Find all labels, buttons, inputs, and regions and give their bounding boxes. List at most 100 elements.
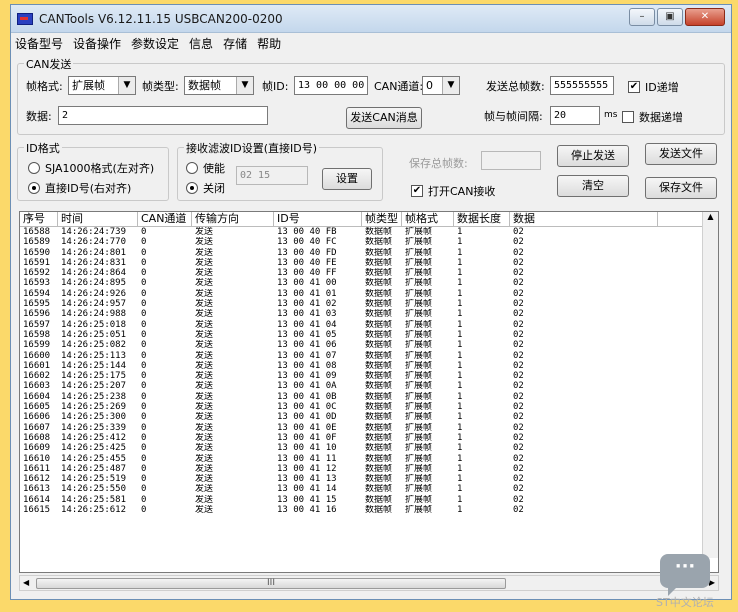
column-header-frame-format[interactable]: 帧格式 [402,212,454,226]
column-header-can-channel[interactable]: CAN通道 [138,212,192,226]
table-row[interactable]: 16599 14:26:25:082 0 发送 13 00 41 06 数据帧 扩展帧 1 02 [20,340,718,350]
id-increment-checkbox[interactable]: ✔ ID递增 [628,79,679,95]
direct-id-radio[interactable]: 直接ID号(右对齐) [28,180,131,196]
horizontal-scroll-thumb[interactable]: III [36,578,506,589]
menu-parameter-settings[interactable]: 参数设定 [131,35,179,52]
table-cell: 0 [141,360,147,371]
table-cell: 0 [141,309,147,320]
table-row[interactable]: 16598 14:26:25:051 0 发送 13 00 41 05 数据帧 扩展帧 1 02 [20,330,718,340]
filter-disable-radio[interactable]: 关闭 [186,180,225,196]
table-cell: 扩展帧 [405,381,433,392]
column-header-data[interactable]: 数据 [510,212,658,226]
can-channel-select[interactable]: 0 ▼ [422,76,460,95]
table-row[interactable]: 16609 14:26:25:425 0 发送 13 00 41 10 数据帧 扩展帧 1 02 [20,443,718,453]
menu-help[interactable]: 帮助 [257,35,281,52]
minimize-button[interactable]: – [629,8,655,26]
table-cell: 16613 [23,484,51,495]
checkbox-checked-icon: ✔ [411,185,423,197]
table-cell: 发送 [195,381,214,392]
data-increment-checkbox[interactable]: 数据递增 [622,109,683,125]
frame-type-select[interactable]: 数据帧 ▼ [184,76,254,95]
save-file-button[interactable]: 保存文件 [645,177,717,199]
table-row[interactable]: 16615 14:26:25:612 0 发送 13 00 41 16 数据帧 扩展帧 1 02 [20,505,718,515]
frame-format-select[interactable]: 扩展帧 ▼ [68,76,136,95]
table-cell: 16598 [23,329,51,340]
table-row[interactable]: 16601 14:26:25:144 0 发送 13 00 41 08 数据帧 扩展帧 1 02 [20,361,718,371]
column-header-data-length[interactable]: 数据长度 [454,212,510,226]
table-cell: 02 [513,350,524,361]
clear-button[interactable]: 清空 [557,175,629,197]
table-cell: 16588 [23,227,51,237]
total-frames-input[interactable]: 555555555 [550,76,614,95]
table-row[interactable]: 16596 14:26:24:988 0 发送 13 00 41 03 数据帧 扩展帧 1 02 [20,309,718,319]
column-header-seq[interactable]: 序号 [20,212,58,226]
table-cell: 13 00 41 0D [277,412,337,423]
table-cell: 1 [457,299,463,310]
stop-send-button[interactable]: 停止发送 [557,145,629,167]
table-row[interactable]: 16602 14:26:25:175 0 发送 13 00 41 09 数据帧 扩展帧 1 02 [20,371,718,381]
menu-storage[interactable]: 存储 [223,35,247,52]
column-header-time[interactable]: 时间 [58,212,138,226]
table-cell: 02 [513,237,524,248]
table-row[interactable]: 16588 14:26:24:739 0 发送 13 00 40 FB 数据帧 扩展帧 1 02 [20,227,718,237]
table-row[interactable]: 16589 14:26:24:770 0 发送 13 00 40 FC 数据帧 扩展帧 1 02 [20,237,718,247]
send-file-button[interactable]: 发送文件 [645,143,717,165]
table-cell: 13 00 41 0C [277,402,337,413]
table-cell: 14:26:25:113 [61,350,127,361]
scroll-left-arrow-icon[interactable]: ◀ [23,578,29,587]
table-row[interactable]: 16593 14:26:24:895 0 发送 13 00 41 00 数据帧 扩展帧 1 02 [20,278,718,288]
send-can-message-button[interactable]: 发送CAN消息 [346,107,422,129]
can-message-table[interactable]: 序号 时间 CAN通道 传输方向 ID号 帧类型 帧格式 数据长度 数据 165… [19,211,719,573]
table-row[interactable]: 16603 14:26:25:207 0 发送 13 00 41 0A 数据帧 扩展帧 1 02 [20,381,718,391]
horizontal-scrollbar[interactable]: ◀ III ▶ [19,575,719,591]
table-row[interactable]: 16594 14:26:24:926 0 发送 13 00 41 01 数据帧 扩展帧 1 02 [20,289,718,299]
table-cell: 13 00 41 04 [277,319,337,330]
filter-set-button[interactable]: 设置 [322,168,372,190]
table-cell: 发送 [195,412,214,423]
table-cell: 13 00 40 FD [277,247,337,258]
table-row[interactable]: 16591 14:26:24:831 0 发送 13 00 40 FE 数据帧 扩展帧 1 02 [20,258,718,268]
table-row[interactable]: 16610 14:26:25:455 0 发送 13 00 41 11 数据帧 扩展帧 1 02 [20,454,718,464]
column-header-direction[interactable]: 传输方向 [192,212,274,226]
table-cell: 02 [513,494,524,505]
table-row[interactable]: 16611 14:26:25:487 0 发送 13 00 41 12 数据帧 扩展帧 1 02 [20,464,718,474]
table-row[interactable]: 16590 14:26:24:801 0 发送 13 00 40 FD 数据帧 扩展帧 1 02 [20,248,718,258]
filter-enable-radio[interactable]: 使能 [186,160,225,176]
table-row[interactable]: 16608 14:26:25:412 0 发送 13 00 41 0F 数据帧 扩展帧 1 02 [20,433,718,443]
frame-interval-input[interactable]: 20 [550,106,600,125]
open-can-receive-checkbox[interactable]: ✔ 打开CAN接收 [411,183,495,199]
menu-device-model[interactable]: 设备型号 [15,35,63,52]
frame-id-input[interactable]: 13 00 00 00 [294,76,368,95]
table-row[interactable]: 16605 14:26:25:269 0 发送 13 00 41 0C 数据帧 扩展帧 1 02 [20,402,718,412]
table-row[interactable]: 16597 14:26:25:018 0 发送 13 00 41 04 数据帧 扩展帧 1 02 [20,320,718,330]
table-cell: 1 [457,453,463,464]
table-cell: 扩展帧 [405,227,433,237]
table-row[interactable]: 16592 14:26:24:864 0 发送 13 00 40 FF 数据帧 扩展帧 1 02 [20,268,718,278]
vertical-scrollbar[interactable]: ▲ [702,212,718,558]
table-row[interactable]: 16607 14:26:25:339 0 发送 13 00 41 0E 数据帧 扩展帧 1 02 [20,423,718,433]
data-input[interactable]: 2 [58,106,268,125]
table-row[interactable]: 16595 14:26:24:957 0 发送 13 00 41 02 数据帧 扩展帧 1 02 [20,299,718,309]
table-cell: 数据帧 [365,422,393,433]
maximize-button[interactable]: ▣ [657,8,683,26]
table-row[interactable]: 16614 14:26:25:581 0 发送 13 00 41 15 数据帧 扩展帧 1 02 [20,495,718,505]
close-button[interactable]: ✕ [685,8,725,26]
sja1000-format-radio[interactable]: SJA1000格式(左对齐) [28,160,154,176]
column-header-id[interactable]: ID号 [274,212,362,226]
table-row[interactable]: 16613 14:26:25:550 0 发送 13 00 41 14 数据帧 扩展帧 1 02 [20,484,718,494]
menu-info[interactable]: 信息 [189,35,213,52]
table-cell: 14:26:25:412 [61,432,127,443]
scroll-up-arrow-icon[interactable]: ▲ [707,212,713,221]
filter-id-input[interactable]: 02 15 [236,166,308,185]
column-header-frame-type[interactable]: 帧类型 [362,212,402,226]
table-cell: 14:26:25:238 [61,391,127,402]
table-row[interactable]: 16612 14:26:25:519 0 发送 13 00 41 13 数据帧 扩展帧 1 02 [20,474,718,484]
table-row[interactable]: 16600 14:26:25:113 0 发送 13 00 41 07 数据帧 扩展帧 1 02 [20,351,718,361]
table-row[interactable]: 16604 14:26:25:238 0 发送 13 00 41 0B 数据帧 扩展帧 1 02 [20,392,718,402]
table-cell: 02 [513,453,524,464]
save-total-frames-input[interactable] [481,151,541,170]
menu-device-operation[interactable]: 设备操作 [73,35,121,52]
table-cell: 发送 [195,391,214,402]
table-cell: 1 [457,484,463,495]
table-row[interactable]: 16606 14:26:25:300 0 发送 13 00 41 0D 数据帧 扩展帧 1 02 [20,412,718,422]
